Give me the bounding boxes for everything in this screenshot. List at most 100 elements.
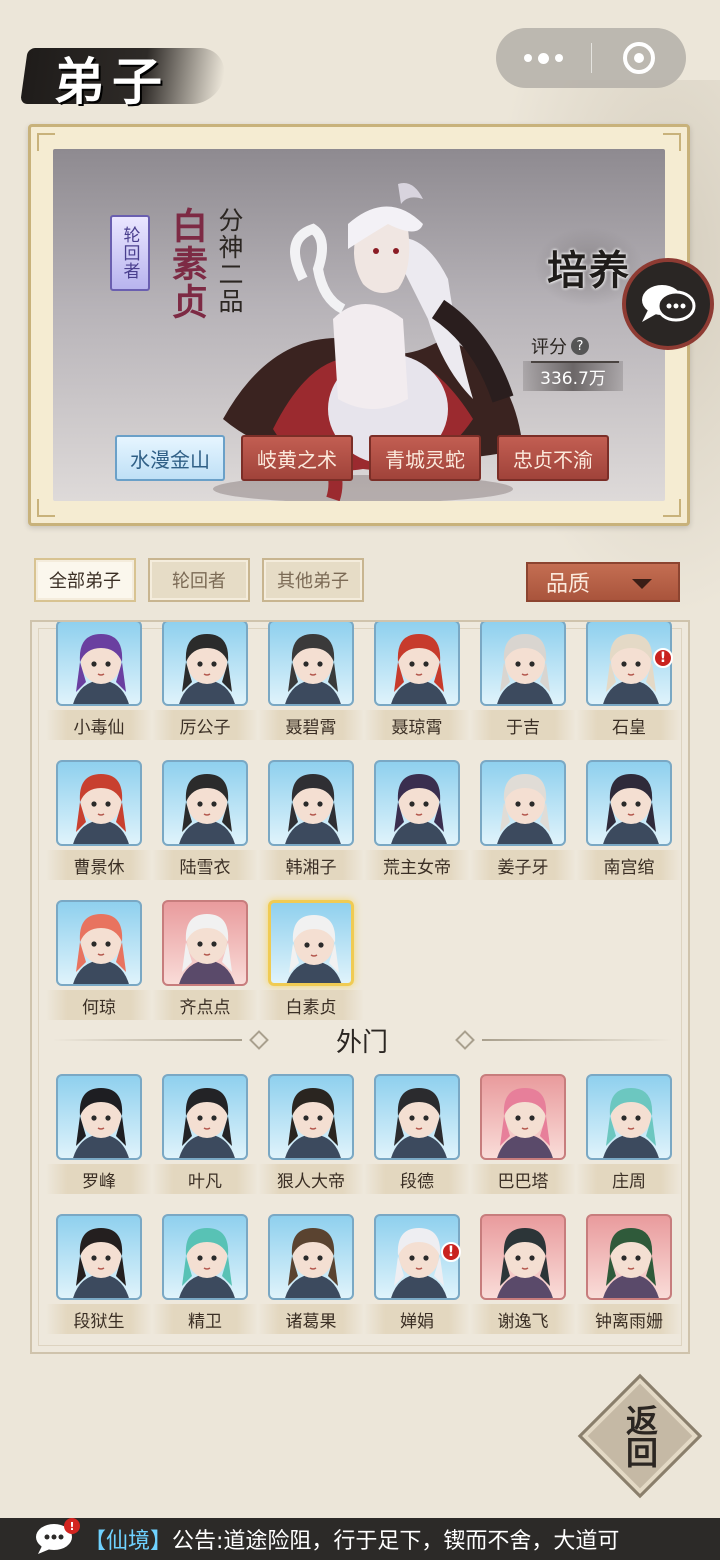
disciple-portrait[interactable] xyxy=(162,1074,248,1160)
disciple-card[interactable]: 谢逸飞 xyxy=(470,1214,576,1336)
disciple-card[interactable]: 段德 xyxy=(364,1074,470,1196)
disciple-row: 小毒仙 厉公子 聂碧霄 聂琼霄 于吉! 石皇 xyxy=(46,622,682,742)
disciple-card[interactable]: 庄周 xyxy=(576,1074,682,1196)
disciple-portrait[interactable] xyxy=(56,1074,142,1160)
disciple-name-label: 姜子牙 xyxy=(470,850,576,880)
disciple-name-label: 叶凡 xyxy=(152,1164,258,1194)
disciple-portrait[interactable] xyxy=(56,760,142,846)
disciple-card[interactable]: 诸葛果 xyxy=(258,1214,364,1336)
disciple-portrait[interactable] xyxy=(268,1074,354,1160)
disciple-portrait[interactable] xyxy=(586,760,672,846)
disciple-name-label: 罗峰 xyxy=(46,1164,152,1194)
disciple-avatar-art xyxy=(179,1088,235,1158)
quality-sort-label: 品质 xyxy=(546,572,591,597)
disciple-avatar-art xyxy=(497,1088,553,1158)
disciple-portrait[interactable] xyxy=(162,622,248,706)
disciple-card[interactable]: 韩湘子 xyxy=(258,760,364,882)
disciple-card[interactable]: 段狱生 xyxy=(46,1214,152,1336)
score-label-text: 评分 xyxy=(531,337,567,358)
disciple-portrait[interactable] xyxy=(480,1074,566,1160)
disciple-card[interactable]: ! 石皇 xyxy=(576,622,682,742)
disciple-name-label: 狠人大帝 xyxy=(258,1164,364,1194)
page-title: 弟子 xyxy=(54,52,170,111)
disciple-avatar-art xyxy=(179,914,235,984)
tab-reincarnators[interactable]: 轮回者 xyxy=(148,558,250,602)
skill-list: 水漫金山 岐黄之术 青城灵蛇 忠贞不渝 xyxy=(115,435,609,481)
skill-button[interactable]: 水漫金山 xyxy=(115,435,225,481)
score-value: 336.7万 xyxy=(523,361,623,391)
disciple-avatar-art xyxy=(285,1228,341,1298)
disciple-portrait[interactable] xyxy=(480,760,566,846)
quality-sort-dropdown[interactable]: 品质 xyxy=(526,562,680,602)
disciple-card[interactable]: 厉公子 xyxy=(152,622,258,742)
disciple-avatar-art xyxy=(286,915,342,983)
disciple-card[interactable]: 狠人大帝 xyxy=(258,1074,364,1196)
disciple-avatar-art xyxy=(73,774,129,844)
disciple-grid-panel[interactable]: 小毒仙 厉公子 聂碧霄 聂琼霄 于吉! 石皇 曹景休 陆雪衣 韩湘子 荒主女帝 姜子牙 南宫绾 何琼 齐点… xyxy=(30,620,690,1354)
disciple-card[interactable]: 南宫绾 xyxy=(576,760,682,882)
disciple-portrait[interactable] xyxy=(268,760,354,846)
disciple-portrait[interactable] xyxy=(480,1214,566,1300)
disciple-portrait[interactable] xyxy=(268,1214,354,1300)
disciple-avatar-art xyxy=(285,634,341,704)
disciple-portrait[interactable] xyxy=(268,900,354,986)
tab-all-disciples[interactable]: 全部弟子 xyxy=(34,558,136,602)
chat-float-button[interactable] xyxy=(622,258,714,350)
disciple-portrait[interactable] xyxy=(56,900,142,986)
disciple-portrait[interactable] xyxy=(162,760,248,846)
disciple-portrait[interactable] xyxy=(480,622,566,706)
disciple-card[interactable]: 钟离雨姗 xyxy=(576,1214,682,1336)
disciple-avatar-art xyxy=(73,1228,129,1298)
chat-icon[interactable]: ! xyxy=(34,1518,80,1556)
disciple-card[interactable]: 叶凡 xyxy=(152,1074,258,1196)
disciple-card[interactable]: 姜子牙 xyxy=(470,760,576,882)
disciple-name-label: 厉公子 xyxy=(152,710,258,740)
disciple-avatar-art xyxy=(391,774,447,844)
disciple-name-label: 庄周 xyxy=(576,1164,682,1194)
disciple-card[interactable]: ! 婵娟 xyxy=(364,1214,470,1336)
close-mini-program-button[interactable] xyxy=(592,28,687,88)
disciple-name-label: 诸葛果 xyxy=(258,1304,364,1334)
skill-button[interactable]: 青城灵蛇 xyxy=(369,435,481,481)
disciple-card[interactable]: 罗峰 xyxy=(46,1074,152,1196)
announcement-bar[interactable]: ! 【仙境】 公告:道途险阻，行于足下，锲而不舍，大道可 xyxy=(0,1518,720,1560)
disciple-avatar-art xyxy=(73,1088,129,1158)
disciple-row: 罗峰 叶凡 狠人大帝 段德 巴巴塔 庄周 xyxy=(46,1074,682,1196)
disciple-name: 白素贞 xyxy=(166,207,208,321)
disciple-portrait[interactable] xyxy=(56,1214,142,1300)
disciple-portrait[interactable] xyxy=(56,622,142,706)
disciple-portrait[interactable] xyxy=(586,1214,672,1300)
hero-art-panel: 轮回者 白素贞 分神二品 培养 评分 ? 336.7万 水漫金山 岐黄之术 青城… xyxy=(53,149,665,501)
disciple-avatar-art xyxy=(497,634,553,704)
disciple-portrait[interactable] xyxy=(586,1074,672,1160)
disciple-card[interactable]: 聂琼霄 xyxy=(364,622,470,742)
disciple-avatar-art xyxy=(285,774,341,844)
disciple-avatar-art xyxy=(73,914,129,984)
disciple-card[interactable]: 精卫 xyxy=(152,1214,258,1336)
disciple-portrait[interactable] xyxy=(162,900,248,986)
disciple-card[interactable]: 聂碧霄 xyxy=(258,622,364,742)
disciple-avatar-art xyxy=(179,774,235,844)
disciple-card[interactable]: 荒主女帝 xyxy=(364,760,470,882)
disciple-card[interactable]: 何琼 xyxy=(46,900,152,1022)
disciple-card[interactable]: 巴巴塔 xyxy=(470,1074,576,1196)
disciple-portrait[interactable] xyxy=(374,1074,460,1160)
disciple-card[interactable]: 曹景休 xyxy=(46,760,152,882)
train-label: 培养 xyxy=(547,247,631,294)
skill-button[interactable]: 岐黄之术 xyxy=(241,435,353,481)
tab-other-disciples[interactable]: 其他弟子 xyxy=(262,558,364,602)
announcement-channel: 【仙境】 xyxy=(84,1529,173,1554)
disciple-card[interactable]: 于吉 xyxy=(470,622,576,742)
disciple-portrait[interactable] xyxy=(162,1214,248,1300)
disciple-portrait[interactable] xyxy=(374,622,460,706)
disciple-card[interactable]: 白素贞 xyxy=(258,900,364,1022)
disciple-card[interactable]: 齐点点 xyxy=(152,900,258,1022)
help-icon[interactable]: ? xyxy=(571,337,589,355)
disciple-portrait[interactable] xyxy=(374,760,460,846)
more-menu-button[interactable] xyxy=(496,28,591,88)
skill-button[interactable]: 忠贞不渝 xyxy=(497,435,609,481)
disciple-card[interactable]: 陆雪衣 xyxy=(152,760,258,882)
disciple-portrait[interactable] xyxy=(268,622,354,706)
disciple-name-label: 段德 xyxy=(364,1164,470,1194)
disciple-card[interactable]: 小毒仙 xyxy=(46,622,152,742)
